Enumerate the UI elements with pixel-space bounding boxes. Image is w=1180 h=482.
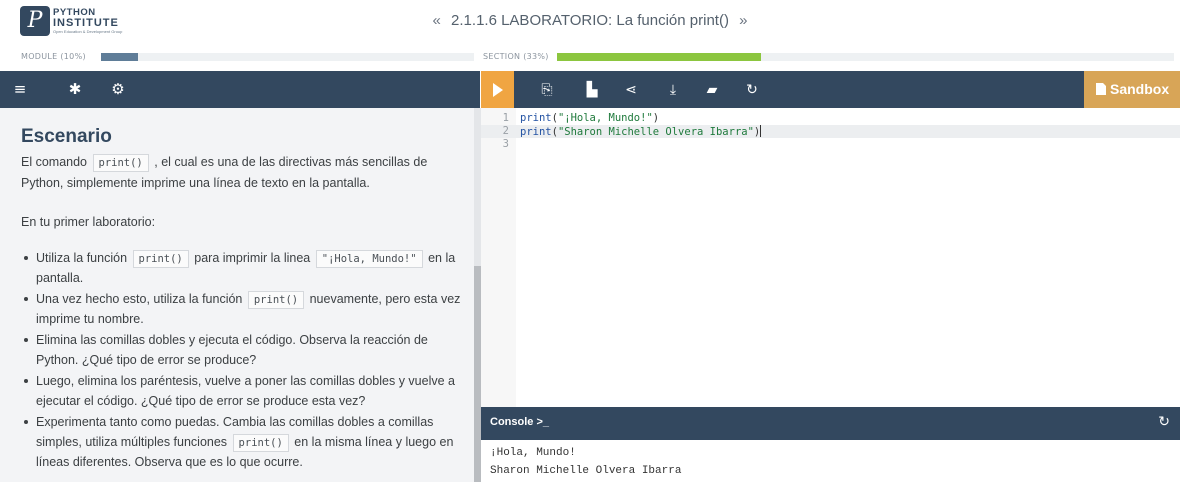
- line-number-gutter: [481, 108, 516, 407]
- task-text: Utiliza la función: [36, 251, 128, 265]
- prev-page-icon[interactable]: «: [427, 12, 447, 29]
- line-number: 2: [502, 125, 509, 137]
- play-icon: [493, 83, 503, 97]
- run-button[interactable]: [481, 71, 514, 108]
- list-item: Una vez hecho esto, utiliza la función p…: [21, 289, 468, 329]
- console-title: Console >_: [490, 416, 549, 428]
- inline-code: print(): [132, 250, 189, 268]
- instructions-scrollbar[interactable]: [474, 108, 481, 482]
- text-cursor: [760, 125, 762, 137]
- instructions-panel: Escenario El comando print() , el cual e…: [0, 108, 474, 482]
- console-header: Console >_ ↻: [481, 407, 1180, 440]
- next-page-icon[interactable]: »: [733, 12, 753, 29]
- console-line: ¡Hola, Mundo!: [490, 447, 576, 459]
- menu-icon[interactable]: ≡: [11, 80, 29, 98]
- line-number: 1: [502, 112, 509, 124]
- lab-intro-paragraph: En tu primer laboratorio:: [21, 215, 156, 229]
- app-root: P PYTHON INSTITUTE Open Education & Deve…: [0, 0, 1180, 482]
- code-text: print("Sharon Michelle Olvera Ibarra"): [520, 125, 762, 138]
- scenario-heading: Escenario: [21, 126, 112, 147]
- inline-code: "¡Hola, Mundo!": [315, 250, 423, 268]
- code-text: print("¡Hola, Mundo!"): [520, 112, 660, 124]
- section-progress-label: SECTION (33%): [483, 52, 549, 61]
- list-item: Elimina las comillas dobles y ejecuta el…: [21, 330, 468, 370]
- open-folder-icon[interactable]: ▰: [702, 80, 722, 100]
- instructions-toolbar: ≡ ✱ ⚙: [0, 71, 480, 108]
- page-title-bar: « 2.1.1.6 LABORATORIO: La función print(…: [0, 12, 1180, 29]
- inline-code: print(): [247, 291, 305, 309]
- code-editor[interactable]: 1 print("¡Hola, Mundo!") 2 print("Sharon…: [481, 108, 1180, 407]
- inline-code: print(): [92, 154, 149, 172]
- gear-icon[interactable]: ⚙: [109, 80, 127, 98]
- inline-code: print(): [232, 434, 289, 452]
- console-reset-icon[interactable]: ↻: [1158, 414, 1170, 430]
- scrollbar-thumb[interactable]: [474, 266, 481, 482]
- task-list: Utiliza la función print() para imprimir…: [21, 248, 468, 473]
- intro-paragraph: El comando print() , el cual es una de l…: [21, 152, 471, 194]
- sandbox-button[interactable]: Sandbox: [1084, 71, 1180, 108]
- document-icon: [1096, 83, 1106, 95]
- logo-line-3: Open Education & Development Group: [53, 28, 123, 34]
- module-progress-label: MODULE (10%): [21, 52, 86, 61]
- editor-toolbar: ⎘ ▙ ⋖ ⤓ ▰ ↻ Sandbox: [481, 71, 1180, 108]
- paste-icon[interactable]: ▙: [582, 80, 602, 100]
- reset-icon[interactable]: ↻: [742, 80, 762, 100]
- bug-icon[interactable]: ✱: [66, 80, 84, 98]
- download-icon[interactable]: ⤓: [663, 80, 683, 100]
- section-progress-bar: [557, 53, 1174, 61]
- task-text: para imprimir la linea: [194, 251, 311, 265]
- section-progress-fill: [557, 53, 761, 61]
- task-text: Una vez hecho esto, utiliza la función: [36, 292, 243, 306]
- top-header: P PYTHON INSTITUTE Open Education & Deve…: [0, 0, 1180, 44]
- module-progress-bar: [101, 53, 474, 61]
- console-output[interactable]: ¡Hola, Mundo! Sharon Michelle Olvera Iba…: [481, 440, 1180, 482]
- share-icon[interactable]: ⋖: [621, 80, 641, 100]
- module-progress-fill: [101, 53, 139, 61]
- copy-icon[interactable]: ⎘: [537, 80, 557, 100]
- code-line-2[interactable]: 2 print("Sharon Michelle Olvera Ibarra"): [481, 125, 1180, 138]
- sandbox-label: Sandbox: [1110, 81, 1170, 97]
- code-line-3[interactable]: 3: [481, 138, 1180, 151]
- list-item: Utiliza la función print() para imprimir…: [21, 248, 468, 288]
- list-item: Luego, elimina los paréntesis, vuelve a …: [21, 371, 468, 411]
- code-line-1[interactable]: 1 print("¡Hola, Mundo!"): [481, 112, 1180, 125]
- line-number: 3: [502, 138, 509, 150]
- page-title: 2.1.1.6 LABORATORIO: La función print(): [451, 12, 729, 29]
- console-line: Sharon Michelle Olvera Ibarra: [490, 465, 682, 477]
- list-item: Experimenta tanto como puedas. Cambia la…: [21, 412, 468, 472]
- intro-text-a: El comando: [21, 155, 88, 169]
